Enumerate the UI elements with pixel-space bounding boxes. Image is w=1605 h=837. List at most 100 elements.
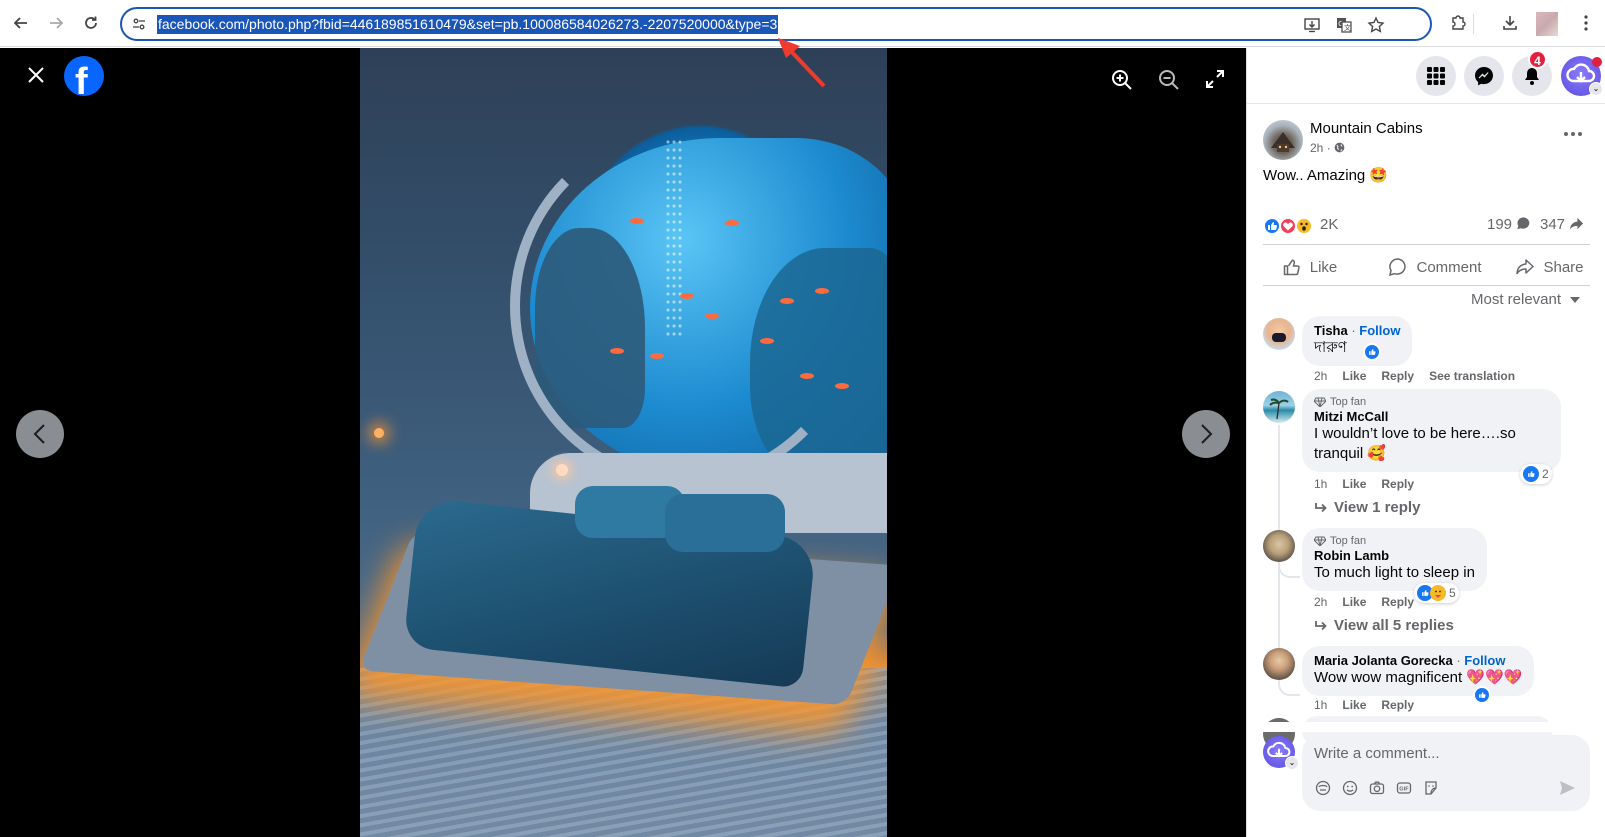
- follow-link[interactable]: Follow: [1359, 323, 1400, 338]
- bookmark-star-icon[interactable]: [1366, 15, 1386, 35]
- reply-arrow-icon: [1315, 502, 1327, 512]
- comment-reply-link[interactable]: Reply: [1381, 477, 1414, 491]
- comment-count[interactable]: 199: [1487, 216, 1531, 233]
- share-button[interactable]: Share: [1503, 252, 1596, 282]
- comment-author-line: Tisha · Follow: [1314, 323, 1400, 338]
- post-photo[interactable]: [360, 48, 887, 837]
- zoom-in-button[interactable]: [1110, 68, 1136, 94]
- account-chevron-down-icon[interactable]: ⌄: [1589, 82, 1603, 96]
- divider: [1263, 285, 1590, 286]
- site-info-icon[interactable]: [130, 15, 148, 33]
- comment-count-text[interactable]: 199: [1487, 216, 1512, 233]
- camera-icon[interactable]: [1368, 779, 1386, 797]
- forward-button[interactable]: [45, 12, 67, 34]
- comment-author-line: Maria Jolanta Gorecka · Follow: [1314, 653, 1522, 668]
- browser-menu-kebab-icon[interactable]: [1575, 12, 1597, 34]
- zoom-out-button[interactable]: [1157, 68, 1183, 94]
- previous-photo-button[interactable]: [16, 410, 64, 458]
- extensions-puzzle-icon[interactable]: [1447, 12, 1469, 34]
- sticker-icon[interactable]: [1422, 779, 1440, 797]
- commenter-avatar[interactable]: [1263, 530, 1295, 562]
- comment-text: To much light to sleep in: [1314, 564, 1475, 581]
- view-replies-link[interactable]: View 1 reply: [1314, 499, 1420, 516]
- commenter-avatar[interactable]: [1263, 648, 1295, 680]
- see-translation-link[interactable]: See translation: [1429, 369, 1515, 383]
- commenter-avatar[interactable]: [1263, 318, 1295, 350]
- grid-menu-icon: [1427, 67, 1445, 85]
- comment-author[interactable]: Mitzi McCall: [1314, 409, 1549, 424]
- browser-toolbar: facebook.com/photo.php?fbid=446189851610…: [0, 0, 1605, 47]
- comment-author[interactable]: Maria Jolanta Gorecka: [1314, 653, 1453, 668]
- share-arrow-icon: [1570, 217, 1584, 230]
- photo-candle: [374, 428, 384, 438]
- install-app-icon[interactable]: [1302, 15, 1322, 35]
- comment-like-link[interactable]: Like: [1342, 595, 1366, 609]
- comment-input[interactable]: [1314, 743, 1574, 763]
- address-bar[interactable]: facebook.com/photo.php?fbid=446189851610…: [120, 7, 1432, 41]
- comment-like-link[interactable]: Like: [1342, 477, 1366, 491]
- like-reaction-icon: [1363, 343, 1381, 361]
- comment-author[interactable]: Robin Lamb: [1314, 548, 1475, 563]
- reload-button[interactable]: [80, 12, 102, 34]
- messenger-button[interactable]: [1464, 56, 1504, 96]
- comment-reactions[interactable]: 5: [1414, 583, 1459, 603]
- post-author[interactable]: Mountain Cabins: [1310, 120, 1423, 137]
- translate-icon[interactable]: G文: [1334, 15, 1354, 35]
- comment-time[interactable]: 1h: [1314, 477, 1327, 491]
- send-comment-button[interactable]: [1558, 779, 1576, 797]
- comment-reactions[interactable]: [1473, 685, 1491, 705]
- comment-reply-link[interactable]: Reply: [1381, 369, 1414, 383]
- share-button-label: Share: [1543, 258, 1584, 276]
- like-button[interactable]: Like: [1263, 252, 1356, 282]
- mask-avatar-image: [1272, 333, 1286, 342]
- follow-link[interactable]: Follow: [1464, 653, 1505, 668]
- composer-profile-chevron-icon[interactable]: ⌄: [1285, 756, 1299, 770]
- post-options-button[interactable]: [1558, 126, 1588, 146]
- menu-button[interactable]: [1416, 56, 1456, 96]
- zoom-in-icon: [1112, 70, 1132, 90]
- next-photo-button[interactable]: [1182, 410, 1230, 458]
- comment-author[interactable]: Tisha: [1314, 323, 1348, 338]
- comment-button[interactable]: Comment: [1375, 252, 1495, 282]
- wow-reaction-icon[interactable]: [1295, 217, 1313, 235]
- view-replies-link[interactable]: View all 5 replies: [1314, 617, 1454, 634]
- toolbar-separator: [1473, 14, 1474, 34]
- comment-reactions[interactable]: 2: [1520, 464, 1552, 484]
- send-icon: [1560, 781, 1575, 795]
- diamond-icon: [1314, 397, 1326, 407]
- share-count[interactable]: 347: [1540, 216, 1584, 233]
- emoji-icon[interactable]: [1341, 779, 1359, 797]
- post-timestamp[interactable]: 2h ·: [1310, 141, 1345, 155]
- comment-sort-dropdown[interactable]: Most relevant: [1471, 291, 1581, 308]
- page-avatar[interactable]: [1263, 120, 1303, 160]
- share-count-text[interactable]: 347: [1540, 216, 1565, 233]
- url-text[interactable]: facebook.com/photo.php?fbid=446189851610…: [157, 15, 779, 34]
- close-viewer-button[interactable]: [24, 64, 48, 88]
- comment-like-link[interactable]: Like: [1342, 698, 1366, 712]
- comment-bubble-icon: [1517, 217, 1530, 230]
- commenter-avatar[interactable]: [1263, 391, 1295, 423]
- fullscreen-button[interactable]: [1204, 68, 1230, 94]
- gif-icon[interactable]: GIF: [1395, 779, 1413, 797]
- comment-like-link[interactable]: Like: [1342, 369, 1366, 383]
- comment-time[interactable]: 2h: [1314, 595, 1327, 609]
- back-button[interactable]: [10, 12, 32, 34]
- reaction-count[interactable]: 2K: [1320, 216, 1338, 233]
- avatar-sticker-icon[interactable]: [1314, 779, 1332, 797]
- svg-text:GIF: GIF: [1399, 787, 1409, 793]
- top-fan-badge: Top fan: [1314, 396, 1549, 408]
- comment-reply-link[interactable]: Reply: [1381, 698, 1414, 712]
- comment-reactions[interactable]: [1363, 342, 1381, 362]
- diamond-icon: [1314, 536, 1326, 546]
- post-time-text[interactable]: 2h: [1310, 141, 1323, 155]
- browser-profile-avatar[interactable]: [1536, 12, 1558, 36]
- facebook-logo[interactable]: f: [64, 56, 104, 96]
- palm-beach-avatar-image: [1269, 398, 1289, 420]
- comment-reply-link[interactable]: Reply: [1381, 595, 1414, 609]
- comment-bubble: Maria Jolanta Gorecka · Follow Wow wow m…: [1302, 646, 1535, 696]
- cabin-avatar-image: [1271, 132, 1295, 152]
- downloads-icon[interactable]: [1499, 12, 1521, 34]
- comment-time[interactable]: 1h: [1314, 698, 1327, 712]
- reply-arrow-icon: [1315, 620, 1327, 630]
- comment-time[interactable]: 2h: [1314, 369, 1327, 383]
